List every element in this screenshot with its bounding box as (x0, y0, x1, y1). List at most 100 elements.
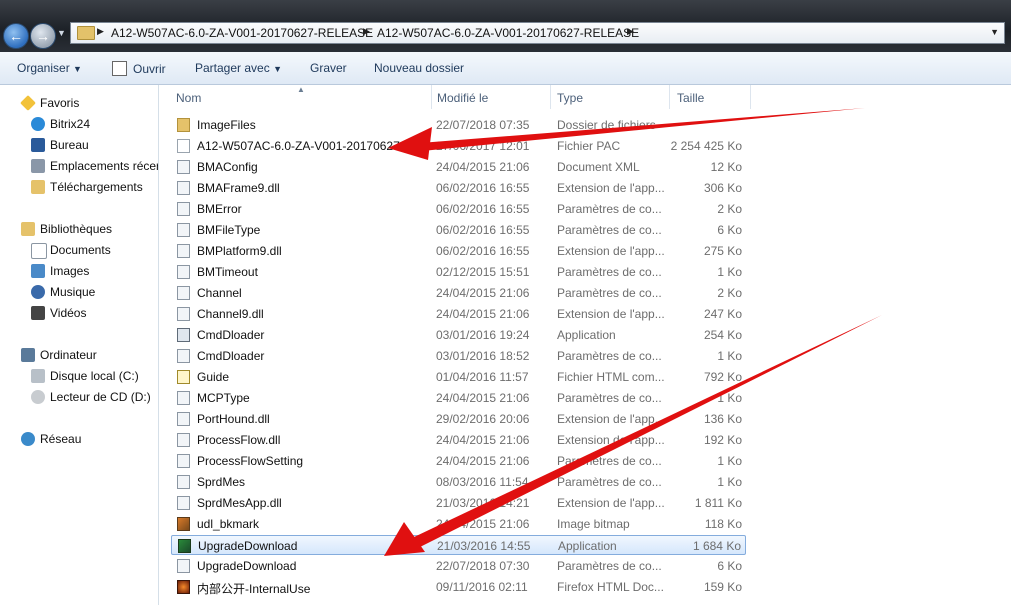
file-row[interactable]: BMAFrame9.dll 06/02/2016 16:55 Extension d… (171, 178, 746, 198)
file-row[interactable]: SprdMes 08/03/2016 11:54 Paramètres de co.… (171, 472, 746, 492)
column-header-size[interactable]: Taille (677, 91, 704, 105)
breadcrumb-arrow-icon[interactable]: ▶ (627, 26, 634, 37)
file-date: 24/04/2015 21:06 (436, 307, 530, 321)
file-date: 24/04/2015 21:06 (436, 433, 530, 447)
nav-computer[interactable]: Ordinateur (40, 348, 97, 362)
nav-downloads[interactable]: Téléchargements (50, 180, 143, 194)
column-header-modified[interactable]: Modifié le (437, 91, 488, 105)
file-type: Extension de l'app... (557, 412, 665, 426)
file-type: Application (557, 328, 616, 342)
organize-button[interactable]: Organiser ▼ (17, 61, 82, 75)
file-name: BMFileType (197, 223, 261, 237)
file-row[interactable]: A12-W507AC-6.0-ZA-V001-20170627 27/06/201… (171, 136, 746, 156)
breadcrumb-item[interactable]: A12-W507AC-6.0-ZA-V001-20170627-RELEASE (111, 26, 373, 40)
file-row[interactable]: MCPType 24/04/2015 21:06 Paramètres de co.… (171, 388, 746, 408)
recent-pages-dropdown-icon[interactable]: ▼ (57, 28, 66, 38)
file-name: A12-W507AC-6.0-ZA-V001-20170627 (197, 139, 400, 153)
file-row[interactable]: CmdDloader 03/01/2016 18:52 Paramètres de … (171, 346, 746, 366)
nav-videos[interactable]: Vidéos (50, 306, 86, 320)
back-button[interactable]: ← (3, 23, 29, 49)
file-type: Paramètres de co... (557, 223, 662, 237)
file-row[interactable]: BMFileType 06/02/2016 16:55 Paramètres de … (171, 220, 746, 240)
column-header-name[interactable]: Nom (176, 91, 201, 105)
address-dropdown-icon[interactable]: ▼ (990, 27, 999, 37)
breadcrumb-item[interactable]: A12-W507AC-6.0-ZA-V001-20170627-RELEASE (377, 26, 639, 40)
file-name: ImageFiles (197, 118, 256, 132)
computer-icon (21, 348, 35, 362)
share-with-button[interactable]: Partager avec ▼ (195, 61, 282, 75)
column-divider[interactable] (550, 85, 551, 109)
file-type: Paramètres de co... (557, 391, 662, 405)
file-row[interactable]: UpgradeDownload 21/03/2016 14:55 Applicati… (171, 535, 746, 555)
nav-local-disk[interactable]: Disque local (C:) (50, 369, 139, 383)
hard-drive-icon (31, 369, 45, 383)
file-type: Paramètres de co... (557, 454, 662, 468)
file-size: 306 Ko (703, 181, 742, 195)
file-size: 275 Ko (703, 244, 742, 258)
file-type: Paramètres de co... (557, 202, 662, 216)
file-name: SprdMes (197, 475, 246, 489)
nav-libraries[interactable]: Bibliothèques (40, 222, 112, 236)
file-type: Paramètres de co... (557, 286, 662, 300)
star-icon (20, 95, 36, 111)
forward-arrow-icon: → (36, 28, 50, 44)
breadcrumb-arrow-icon[interactable]: ▶ (97, 26, 104, 37)
open-button[interactable]: Ouvrir (112, 61, 166, 76)
column-divider[interactable] (669, 85, 670, 109)
file-name: CmdDloader (197, 349, 265, 363)
gear-file-icon (177, 223, 190, 237)
music-icon (31, 285, 45, 299)
breadcrumb-arrow-icon[interactable]: ▶ (363, 26, 370, 37)
file-row[interactable]: ProcessFlow.dll 24/04/2015 21:06 Extension… (171, 430, 746, 450)
navigation-pane: Favoris Bitrix24 Bureau Emplacements réc… (0, 85, 159, 605)
file-row[interactable]: BMAConfig 24/04/2015 21:06 Document XML 12 … (171, 157, 746, 177)
file-row[interactable]: UpgradeDownload 22/07/2018 07:30 Paramètre… (171, 556, 746, 576)
file-row[interactable]: udl_bkmark 24/04/2015 21:06 Image bitmap 11… (171, 514, 746, 534)
address-bar[interactable]: ▶ A12-W507AC-6.0-ZA-V001-20170627-RELEAS… (70, 22, 1005, 44)
file-name: ProcessFlow.dll (197, 433, 281, 447)
file-row[interactable]: Channel9.dll 24/04/2015 21:06 Extension de… (171, 304, 746, 324)
new-folder-button[interactable]: Nouveau dossier (374, 61, 464, 75)
file-type: Extension de l'app... (557, 433, 665, 447)
file-row[interactable]: ImageFiles 22/07/2018 07:35 Dossier de fic… (171, 115, 746, 135)
file-type: Application (558, 539, 617, 553)
file-row[interactable]: CmdDloader 03/01/2016 19:24 Application 254… (171, 325, 746, 345)
file-size: 2 Ko (717, 202, 742, 216)
nav-desktop[interactable]: Bureau (50, 138, 89, 152)
forward-button[interactable]: → (30, 23, 56, 49)
file-row[interactable]: BMTimeout 02/12/2015 15:51 Paramètres de c… (171, 262, 746, 282)
network-icon (21, 432, 35, 446)
file-row[interactable]: Guide 01/04/2016 11:57 Fichier HTML com...… (171, 367, 746, 387)
gear-file-icon (177, 160, 190, 174)
file-row[interactable]: Channel 24/04/2015 21:06 Paramètres de co.… (171, 283, 746, 303)
burn-button[interactable]: Graver (310, 61, 347, 75)
nav-favorites[interactable]: Favoris (40, 96, 79, 110)
file-name: CmdDloader (197, 328, 265, 342)
file-row[interactable]: 内部公开-InternalUse 09/11/2016 02:11 Firefox … (171, 577, 746, 597)
column-header-type[interactable]: Type (557, 91, 583, 105)
column-divider[interactable] (431, 85, 432, 109)
nav-bitrix24[interactable]: Bitrix24 (50, 117, 90, 131)
file-row[interactable]: BMError 06/02/2016 16:55 Paramètres de co.… (171, 199, 746, 219)
file-name: SprdMesApp.dll (197, 496, 282, 510)
dl-file-icon (178, 539, 191, 553)
gear-file-icon (177, 181, 190, 195)
gear-file-icon (177, 496, 190, 510)
nav-recent-places[interactable]: Emplacements récer (50, 159, 158, 173)
column-divider[interactable] (750, 85, 751, 109)
nav-documents[interactable]: Documents (50, 243, 111, 257)
nav-cd-drive[interactable]: Lecteur de CD (D:) (50, 390, 151, 404)
file-row[interactable]: ProcessFlowSetting 24/04/2015 21:06 Paramè… (171, 451, 746, 471)
command-bar: Organiser ▼ Ouvrir Partager avec ▼ Grave… (0, 52, 1011, 85)
file-name: Guide (197, 370, 230, 384)
file-name: PortHound.dll (197, 412, 270, 426)
nav-music[interactable]: Musique (50, 285, 95, 299)
gear-file-icon (177, 265, 190, 279)
nav-pictures[interactable]: Images (50, 264, 89, 278)
recent-places-icon (31, 159, 45, 173)
file-size: 247 Ko (703, 307, 742, 321)
nav-network[interactable]: Réseau (40, 432, 81, 446)
file-row[interactable]: BMPlatform9.dll 06/02/2016 16:55 Extension… (171, 241, 746, 261)
file-row[interactable]: SprdMesApp.dll 21/03/2016 14:21 Extension … (171, 493, 746, 513)
file-row[interactable]: PortHound.dll 29/02/2016 20:06 Extension d… (171, 409, 746, 429)
